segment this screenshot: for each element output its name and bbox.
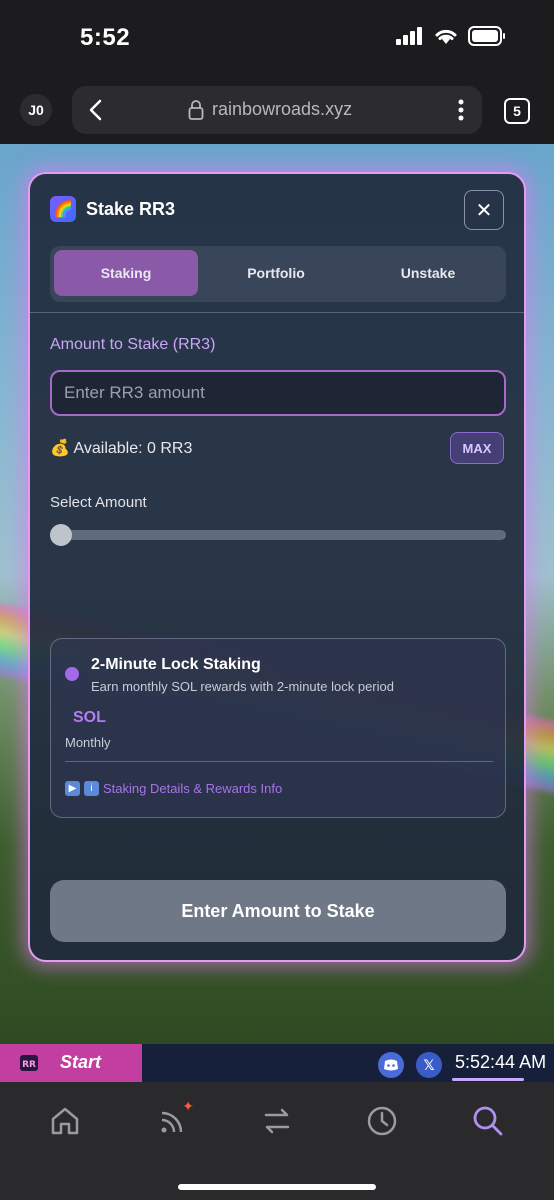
bottom-nav: ✦ [0, 1082, 554, 1200]
x-icon[interactable]: 𝕏 [416, 1052, 442, 1078]
close-button[interactable]: ✕ [464, 190, 504, 230]
back-icon[interactable] [86, 98, 106, 122]
tab-portfolio[interactable]: Portfolio [204, 250, 348, 296]
staking-option-card[interactable]: 2-Minute Lock Staking Earn monthly SOL r… [50, 638, 506, 818]
notification-badge-icon: ✦ [182, 1098, 194, 1114]
clock-underline [452, 1078, 524, 1081]
modal-title: Stake RR3 [86, 199, 176, 219]
divider [30, 312, 524, 313]
signal-icon [396, 27, 422, 45]
available-text: Available: 0 RR3 [73, 440, 193, 457]
details-link-text[interactable]: Staking Details & Rewards Info [103, 781, 282, 796]
amount-slider-thumb[interactable] [50, 524, 72, 546]
address-bar[interactable]: rainbowroads.xyz [72, 86, 482, 134]
money-bag-icon: 💰 [50, 440, 70, 457]
details-link[interactable]: ▶ i Staking Details & Rewards Info [65, 781, 282, 796]
select-amount-label: Select Amount [50, 494, 147, 511]
available-balance: 💰 Available: 0 RR3 [50, 438, 192, 458]
option-title: 2-Minute Lock Staking [91, 656, 261, 673]
rainbow-icon: 🌈 [50, 196, 76, 222]
app-logo-icon: RR [20, 1055, 38, 1071]
amount-slider-track[interactable] [50, 530, 506, 540]
tab-staking[interactable]: Staking [54, 250, 198, 296]
max-button[interactable]: MAX [450, 432, 504, 464]
profile-avatar[interactable]: J0 [20, 94, 52, 126]
tabs-button[interactable]: 5 [504, 98, 530, 124]
amount-label: Amount to Stake (RR3) [50, 336, 216, 353]
play-icon: ▶ [65, 781, 80, 796]
taskbar: RR Start 𝕏 5:52:44 AM [0, 1044, 554, 1082]
home-icon[interactable] [48, 1104, 82, 1138]
start-button[interactable]: RR Start [0, 1044, 142, 1082]
home-indicator [178, 1184, 376, 1190]
discord-icon[interactable] [378, 1052, 404, 1078]
stake-submit-button[interactable]: Enter Amount to Stake [50, 880, 506, 942]
swap-icon[interactable] [260, 1104, 294, 1138]
option-radio[interactable] [65, 667, 79, 681]
start-label: Start [60, 1052, 102, 1072]
reward-token: SOL [73, 709, 106, 726]
status-bar: 5:52 [0, 0, 554, 78]
browser-toolbar: J0 rainbowroads.xyz 5 [0, 78, 554, 144]
tab-unstake[interactable]: Unstake [356, 250, 500, 296]
history-icon[interactable] [365, 1104, 399, 1138]
taskbar-clock: 5:52:44 AM [455, 1052, 547, 1072]
url-text: rainbowroads.xyz [212, 99, 353, 119]
battery-icon [468, 26, 505, 46]
tab-bar: Staking Portfolio Unstake [50, 246, 506, 302]
card-divider [65, 761, 493, 762]
lock-icon [188, 100, 204, 120]
more-icon[interactable] [458, 98, 464, 122]
info-icon: i [84, 781, 99, 796]
search-icon[interactable] [471, 1104, 505, 1138]
status-icons [396, 26, 506, 46]
status-time: 5:52 [80, 24, 131, 51]
option-description: Earn monthly SOL rewards with 2-minute l… [91, 679, 394, 694]
svg-text:RR: RR [22, 1060, 36, 1070]
amount-input[interactable]: Enter RR3 amount [50, 370, 506, 416]
feed-button[interactable]: ✦ [156, 1098, 194, 1138]
reward-period: Monthly [65, 735, 111, 750]
wifi-icon [435, 29, 457, 44]
stake-modal: 🌈 Stake RR3 ✕ Staking Portfolio Unstake … [28, 172, 526, 962]
